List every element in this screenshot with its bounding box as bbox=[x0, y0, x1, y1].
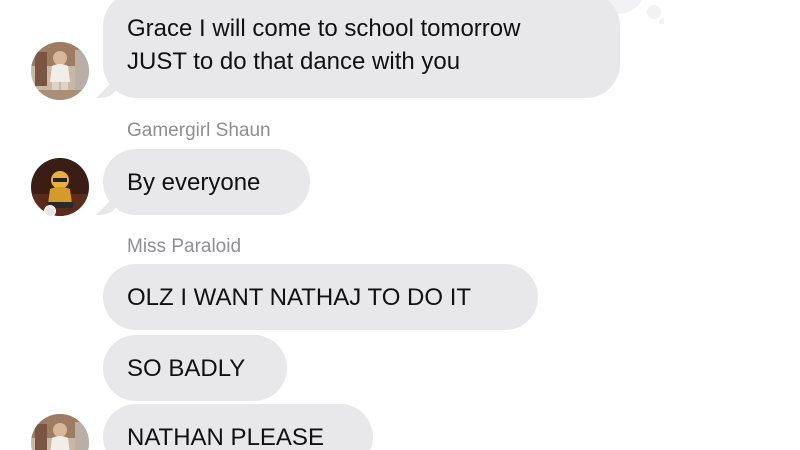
message-bubble[interactable]: NATHAN PLEASE bbox=[103, 404, 373, 450]
message-bubble[interactable]: OLZ I WANT NATHAJ TO DO IT bbox=[103, 264, 538, 330]
message-text: By everyone bbox=[127, 168, 261, 196]
message-bubble[interactable]: Grace I will come to school tomorrow JUS… bbox=[103, 0, 620, 98]
message-text: SO BADLY bbox=[127, 354, 246, 382]
chat-transcript: Grace I will come to school tomorrow JUS… bbox=[0, 0, 800, 450]
figure-photo-avatar-icon bbox=[31, 158, 89, 216]
message-bubble[interactable]: SO BADLY bbox=[103, 335, 287, 401]
avatar-badge-icon bbox=[44, 205, 56, 217]
sender-avatar[interactable] bbox=[31, 158, 89, 216]
message-text: Grace I will come to school tomorrow JUS… bbox=[127, 15, 521, 75]
message-bubble[interactable]: By everyone bbox=[103, 149, 310, 215]
sender-name: Gamergirl Shaun bbox=[127, 120, 271, 141]
sender-avatar[interactable] bbox=[31, 414, 89, 450]
message-text: OLZ I WANT NATHAJ TO DO IT bbox=[127, 283, 472, 311]
sender-avatar[interactable] bbox=[31, 42, 89, 100]
sender-name: Miss Paraloid bbox=[127, 236, 242, 257]
person-standing-avatar-icon bbox=[31, 414, 89, 450]
person-standing-avatar-icon bbox=[31, 42, 89, 100]
message-text: NATHAN PLEASE bbox=[127, 423, 324, 450]
